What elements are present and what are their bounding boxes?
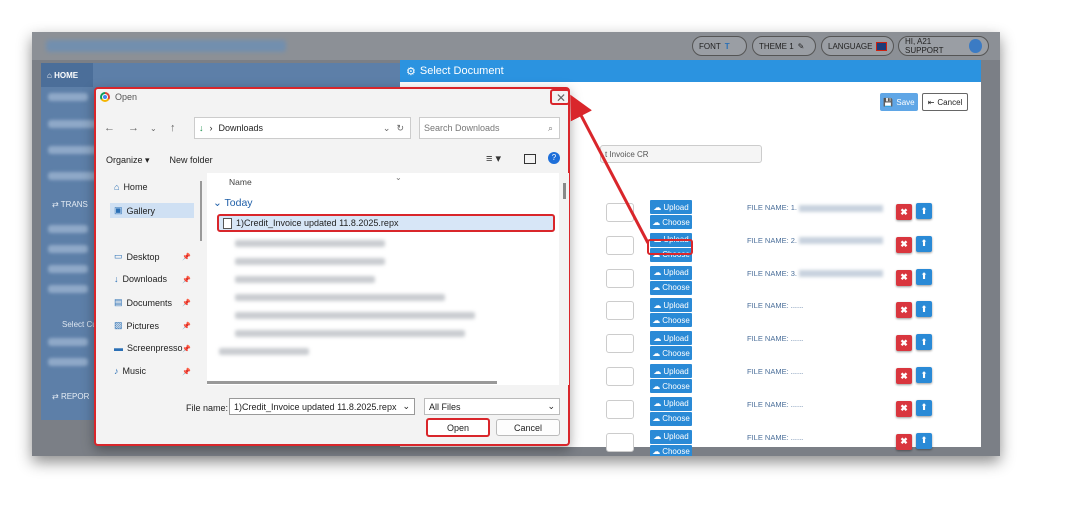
annotation-arrow [570,94,650,244]
